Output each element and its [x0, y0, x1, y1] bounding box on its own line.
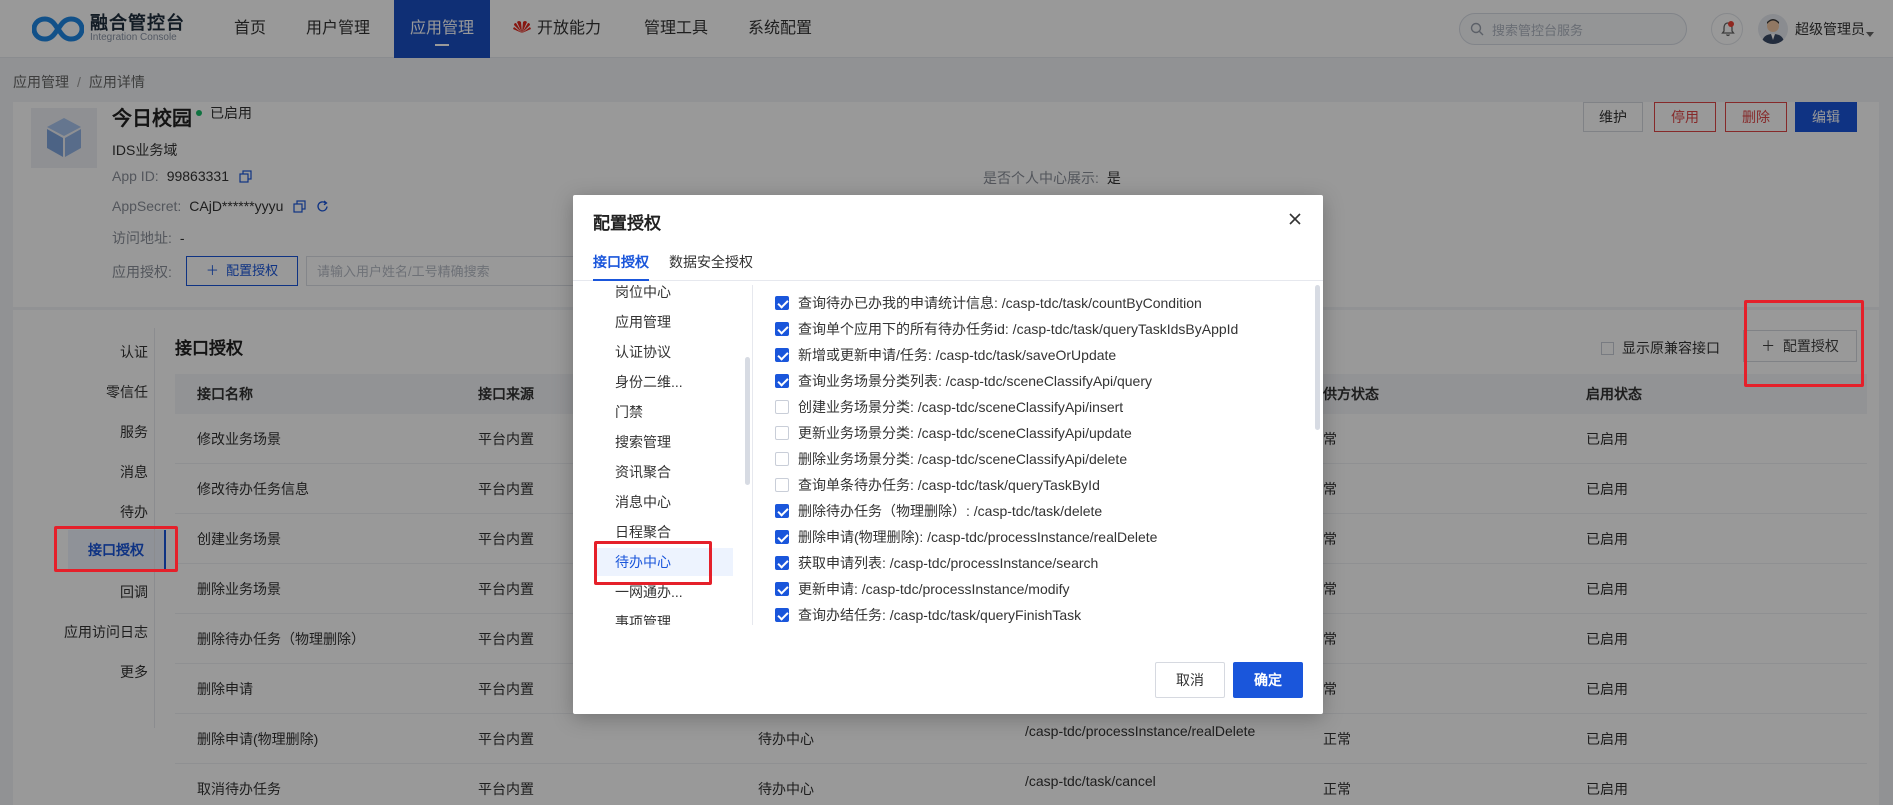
permission-label: 创建业务场景分类: /casp-tdc/sceneClassifyApi/ins… — [798, 399, 1124, 415]
permission-label: 删除待办任务（物理删除）: /casp-tdc/task/delete — [798, 503, 1103, 519]
category-item[interactable]: 资讯聚合 — [595, 458, 733, 486]
permission-scrollbar[interactable] — [1315, 285, 1320, 430]
permission-label: 获取申请列表: /casp-tdc/processInstance/search — [798, 555, 1099, 571]
permission-label: 查询业务场景分类列表: /casp-tdc/sceneClassifyApi/q… — [798, 373, 1152, 389]
permission-item[interactable]: 删除待办任务（物理删除）: /casp-tdc/task/delete — [775, 500, 1102, 522]
modal-tabs: 接口授权 数据安全授权 — [573, 251, 1323, 281]
permission-label: 新增或更新申请/任务: /casp-tdc/task/saveOrUpdate — [798, 347, 1117, 363]
checkbox-checked-icon[interactable] — [775, 608, 789, 622]
category-item[interactable]: 应用管理 — [595, 308, 733, 336]
category-item[interactable]: 搜索管理 — [595, 428, 733, 456]
checkbox-checked-icon[interactable] — [775, 530, 789, 544]
category-item[interactable]: 事项管理... — [595, 608, 733, 625]
modal-title: 配置授权 — [593, 214, 661, 233]
permission-item[interactable]: 查询单条待办任务: /casp-tdc/task/queryTaskById — [775, 474, 1100, 496]
close-icon[interactable] — [1286, 210, 1304, 228]
permission-label: 查询办结任务: /casp-tdc/task/queryFinishTask — [798, 607, 1082, 623]
checkbox-checked-icon[interactable] — [775, 322, 789, 336]
checkbox-checked-icon[interactable] — [775, 296, 789, 310]
permission-label: 删除申请(物理删除): /casp-tdc/processInstance/re… — [798, 529, 1158, 545]
permission-item[interactable]: 更新业务场景分类: /casp-tdc/sceneClassifyApi/upd… — [775, 422, 1132, 444]
permission-label: 更新业务场景分类: /casp-tdc/sceneClassifyApi/upd… — [798, 425, 1132, 441]
permission-item[interactable]: 查询待办已办我的申请统计信息: /casp-tdc/task/countByCo… — [775, 292, 1202, 314]
checkbox-icon[interactable] — [775, 426, 789, 440]
category-item[interactable]: 认证协议 — [595, 338, 733, 366]
permission-item[interactable]: 更新申请: /casp-tdc/processInstance/modify — [775, 578, 1070, 600]
permission-item[interactable]: 删除申请(物理删除): /casp-tdc/processInstance/re… — [775, 526, 1157, 548]
category-item[interactable]: 身份二维... — [595, 368, 733, 396]
tab-data-security-auth[interactable]: 数据安全授权 — [669, 251, 753, 281]
permission-item[interactable]: 查询单个应用下的所有待办任务id: /casp-tdc/task/queryTa… — [775, 318, 1238, 340]
permission-item[interactable]: 查询办结任务: /casp-tdc/task/queryFinishTask — [775, 604, 1081, 625]
cancel-button[interactable]: 取消 — [1155, 662, 1225, 698]
permission-label: 更新申请: /casp-tdc/processInstance/modify — [798, 581, 1070, 597]
confirm-button[interactable]: 确定 — [1233, 662, 1303, 698]
checkbox-checked-icon[interactable] — [775, 504, 789, 518]
category-item[interactable]: 岗位中心 — [595, 285, 733, 306]
checkbox-checked-icon[interactable] — [775, 374, 789, 388]
checkbox-checked-icon[interactable] — [775, 348, 789, 362]
permission-label: 查询单个应用下的所有待办任务id: /casp-tdc/task/queryTa… — [798, 321, 1239, 337]
permission-label: 查询单条待办任务: /casp-tdc/task/queryTaskById — [798, 477, 1100, 493]
permission-label: 查询待办已办我的申请统计信息: /casp-tdc/task/countByCo… — [798, 295, 1202, 311]
category-item[interactable]: 门禁 — [595, 398, 733, 426]
checkbox-icon[interactable] — [775, 452, 789, 466]
permission-item[interactable]: 删除业务场景分类: /casp-tdc/sceneClassifyApi/del… — [775, 448, 1127, 470]
highlight-side-menu-box — [54, 526, 178, 572]
category-item[interactable]: 消息中心 — [595, 488, 733, 516]
checkbox-icon[interactable] — [775, 478, 789, 492]
highlight-category-box — [594, 541, 712, 585]
tab-api-auth[interactable]: 接口授权 — [593, 251, 649, 281]
checkbox-icon[interactable] — [775, 400, 789, 414]
permission-item[interactable]: 创建业务场景分类: /casp-tdc/sceneClassifyApi/ins… — [775, 396, 1123, 418]
permission-item[interactable]: 新增或更新申请/任务: /casp-tdc/task/saveOrUpdate — [775, 344, 1116, 366]
category-scrollbar[interactable] — [745, 357, 750, 485]
highlight-config-button-box — [1744, 300, 1864, 387]
checkbox-checked-icon[interactable] — [775, 582, 789, 596]
permission-item[interactable]: 获取申请列表: /casp-tdc/processInstance/search — [775, 552, 1098, 574]
permission-list: 查询待办已办我的申请统计信息: /casp-tdc/task/countByCo… — [753, 285, 1323, 625]
permission-item[interactable]: 查询业务场景分类列表: /casp-tdc/sceneClassifyApi/q… — [775, 370, 1152, 392]
checkbox-checked-icon[interactable] — [775, 556, 789, 570]
permission-label: 删除业务场景分类: /casp-tdc/sceneClassifyApi/del… — [798, 451, 1128, 467]
config-auth-modal: 配置授权 接口授权 数据安全授权 岗位中心 应用管理 认证协议 身份二维... 门禁 搜索… — [573, 195, 1323, 714]
